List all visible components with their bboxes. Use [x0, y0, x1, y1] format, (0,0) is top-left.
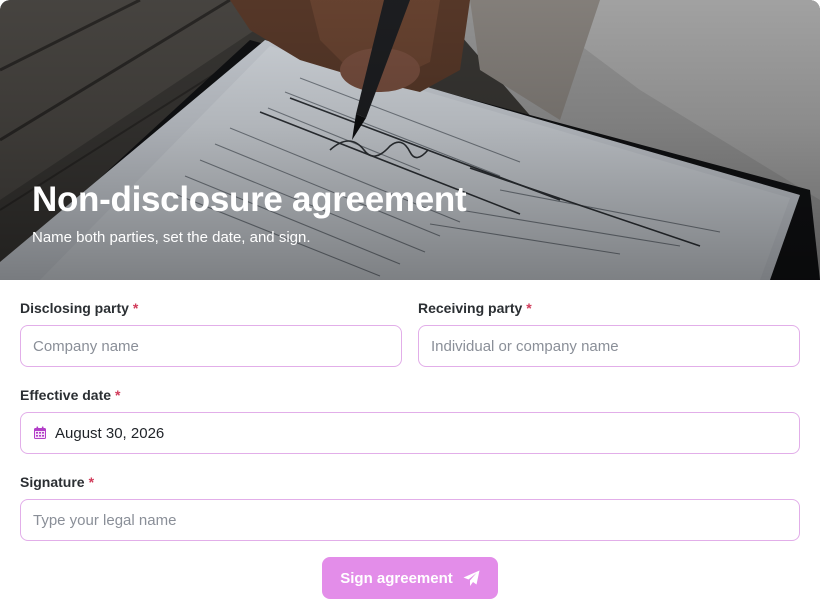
- signature-input[interactable]: [33, 511, 787, 529]
- required-asterisk: *: [132, 300, 139, 316]
- hero-banner: Non-disclosure agreement Name both parti…: [0, 0, 820, 280]
- signature-field: Signature *: [20, 473, 800, 541]
- page-title: Non-disclosure agreement: [32, 180, 467, 219]
- nda-form: Disclosing party* Receiving party* Effec…: [20, 280, 800, 599]
- signature-label: Signature *: [20, 473, 800, 491]
- required-asterisk: *: [115, 387, 121, 403]
- signature-label-text: Signature: [20, 474, 85, 490]
- disclosing-party-input-box[interactable]: [20, 325, 402, 367]
- receiving-party-input-box[interactable]: [418, 325, 800, 367]
- effective-date-field: Effective date * August 30, 2026: [20, 386, 800, 454]
- required-asterisk: *: [88, 474, 95, 490]
- receiving-party-input[interactable]: [431, 337, 787, 355]
- disclosing-party-input[interactable]: [33, 337, 389, 355]
- sign-agreement-label: Sign agreement: [340, 569, 453, 587]
- effective-date-picker[interactable]: August 30, 2026: [20, 412, 800, 454]
- party-row: Disclosing party* Receiving party*: [20, 299, 800, 367]
- sign-agreement-button[interactable]: Sign agreement: [322, 557, 498, 599]
- effective-date-value: August 30, 2026: [55, 424, 165, 442]
- receiving-party-field: Receiving party *: [418, 299, 800, 367]
- calendar-icon: [33, 426, 47, 440]
- disclosing-party-label-text: Disclosing party: [20, 300, 129, 316]
- receiving-party-label-text: Receiving party: [418, 300, 523, 316]
- effective-date-label: Effective date *: [20, 386, 800, 404]
- disclosing-party-label: Disclosing party *: [20, 299, 402, 317]
- paper-plane-icon: [463, 570, 480, 587]
- submit-row: Sign agreement: [20, 557, 800, 599]
- receiving-party-label: Receiving party *: [418, 299, 800, 317]
- signature-input-box[interactable]: [20, 499, 800, 541]
- effective-date-label-text: Effective date: [20, 387, 112, 403]
- page-subtitle: Name both parties, set the date, and sig…: [32, 229, 311, 246]
- disclosing-party-field: Disclosing party *: [20, 299, 402, 367]
- required-asterisk: *: [526, 300, 532, 316]
- nda-card: Non-disclosure agreement Name both parti…: [0, 0, 820, 616]
